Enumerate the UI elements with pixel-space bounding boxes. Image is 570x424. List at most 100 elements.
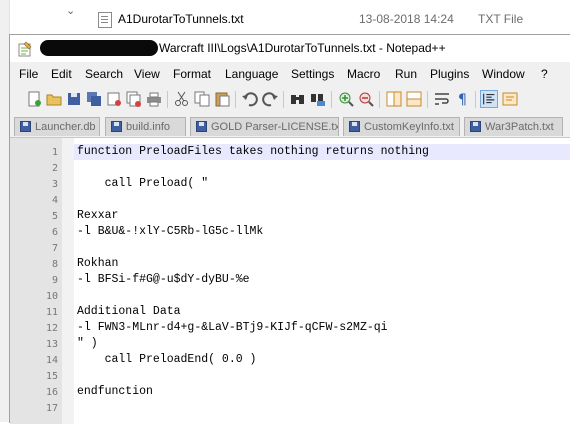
code-line[interactable]: -l BFSi-f#G@-u$dY-dyBU-%e — [77, 273, 250, 286]
zoom-in-icon[interactable] — [337, 90, 355, 108]
line-number: 13 — [45, 339, 58, 350]
line-number: 17 — [45, 403, 58, 414]
line-number: 6 — [51, 227, 58, 238]
show-all-chars-icon[interactable]: ¶ — [453, 90, 471, 108]
line-number: 11 — [45, 307, 58, 318]
line-number: 8 — [51, 259, 58, 270]
close-icon[interactable] — [105, 90, 123, 108]
code-line[interactable]: " ) — [77, 337, 98, 350]
menu-run[interactable]: Run — [395, 67, 417, 81]
line-number: 3 — [51, 179, 58, 190]
line-number: 16 — [45, 387, 58, 398]
replace-icon[interactable] — [309, 90, 327, 108]
menu-window[interactable]: Window — [482, 67, 525, 81]
sync-horizontal-icon[interactable] — [405, 90, 423, 108]
menu-view[interactable]: View — [134, 67, 160, 81]
open-file-icon[interactable] — [45, 90, 63, 108]
redo-icon[interactable] — [261, 90, 279, 108]
tab-build-info[interactable]: build.info — [105, 117, 186, 136]
line-number: 7 — [51, 243, 58, 254]
indent-guide-icon[interactable] — [480, 90, 498, 108]
code-line[interactable]: -l B&U&-!xlY-C5Rb-lG5c-llMk — [77, 225, 263, 238]
code-line[interactable]: endfunction — [77, 385, 153, 398]
line-number: 1 — [51, 147, 58, 158]
notepadpp-icon — [18, 41, 32, 57]
toolbar-separator — [283, 91, 284, 108]
text-file-icon — [98, 12, 112, 28]
code-line[interactable]: -l FWN3-MLnr-d4+g-&LaV-BTj9-KIJf-qCFW-s2… — [77, 321, 388, 334]
explorer-file-date: 13-08-2018 14:24 — [359, 12, 454, 26]
save-icon — [20, 121, 31, 132]
title-bar[interactable]: Warcraft III\Logs\A1DurotarToTunnels.txt… — [10, 35, 570, 62]
explorer-file-type: TXT File — [478, 12, 524, 26]
new-file-icon[interactable] — [25, 90, 43, 108]
tab-label: Launcher.db — [35, 121, 96, 133]
line-number: 15 — [45, 371, 58, 382]
menu-macro[interactable]: Macro — [347, 67, 380, 81]
code-line[interactable]: call Preload( " — [77, 177, 209, 190]
menu-file[interactable]: File — [19, 67, 38, 81]
line-number: 10 — [45, 291, 58, 302]
save-icon[interactable] — [65, 90, 83, 108]
paste-icon[interactable] — [213, 90, 231, 108]
line-number: 4 — [51, 195, 58, 206]
code-line[interactable]: Rokhan — [77, 257, 118, 270]
menu-plugins[interactable]: Plugins — [430, 67, 469, 81]
code-line[interactable]: function PreloadFiles takes nothing retu… — [77, 145, 429, 158]
code-line[interactable]: Additional Data — [77, 305, 181, 318]
menu-bar: File Edit Search View Format Language Se… — [10, 65, 570, 85]
explorer-file-name[interactable]: A1DurotarToTunnels.txt — [118, 12, 244, 26]
notepadpp-window: Warcraft III\Logs\A1DurotarToTunnels.txt… — [9, 34, 570, 424]
toolbar-separator — [379, 91, 380, 108]
zoom-out-icon[interactable] — [357, 90, 375, 108]
undo-icon[interactable] — [241, 90, 259, 108]
cut-icon[interactable] — [173, 90, 191, 108]
toolbar: ¶ — [10, 87, 570, 113]
text-editor[interactable]: 1 function PreloadFiles takes nothing ret… — [10, 137, 570, 424]
print-icon[interactable] — [145, 90, 163, 108]
tab-label: CustomKeyInfo.txt — [364, 121, 454, 133]
menu-format[interactable]: Format — [173, 67, 211, 81]
code-line[interactable]: call PreloadEnd( 0.0 ) — [77, 353, 257, 366]
toolbar-separator — [427, 91, 428, 108]
tab-launcher-db[interactable]: Launcher.db — [14, 117, 100, 136]
line-number: 9 — [51, 275, 58, 286]
svg-text:¶: ¶ — [458, 92, 467, 108]
toolbar-separator — [235, 91, 236, 108]
tab-gold-parser-license[interactable]: GOLD Parser-LICENSE.txt — [190, 117, 339, 136]
redacted-path — [40, 40, 158, 56]
save-all-icon[interactable] — [85, 90, 103, 108]
save-icon — [470, 121, 481, 132]
fold-margin[interactable] — [62, 138, 74, 424]
save-icon — [196, 121, 207, 132]
toolbar-separator — [167, 91, 168, 108]
window-title: Warcraft III\Logs\A1DurotarToTunnels.txt… — [159, 41, 446, 55]
menu-edit[interactable]: Edit — [51, 67, 72, 81]
line-number: 5 — [51, 211, 58, 222]
menu-help[interactable]: ? — [541, 67, 548, 81]
menu-search[interactable]: Search — [85, 67, 123, 81]
line-number: 14 — [45, 355, 58, 366]
tab-custom-key-info[interactable]: CustomKeyInfo.txt — [343, 117, 460, 136]
close-all-icon[interactable] — [125, 90, 143, 108]
menu-settings[interactable]: Settings — [291, 67, 334, 81]
toolbar-separator — [475, 91, 476, 108]
toolbar-separator — [331, 91, 332, 108]
tab-war3patch[interactable]: War3Patch.txt — [464, 117, 563, 136]
menu-language[interactable]: Language — [225, 67, 278, 81]
sync-vertical-icon[interactable] — [385, 90, 403, 108]
copy-icon[interactable] — [193, 90, 211, 108]
code-line[interactable]: Rexxar — [77, 209, 118, 222]
line-number: 2 — [51, 163, 58, 174]
save-icon — [111, 121, 122, 132]
user-defined-language-icon[interactable] — [501, 90, 519, 108]
tab-label: build.info — [126, 121, 171, 133]
tab-bar: Launcher.db build.info GOLD Parser-LICEN… — [10, 115, 570, 137]
line-number: 12 — [45, 323, 58, 334]
save-icon — [349, 121, 360, 132]
chevron-down-icon: ⌄ — [66, 5, 76, 17]
find-icon[interactable] — [289, 90, 307, 108]
explorer-file-row[interactable]: ⌄ A1DurotarToTunnels.txt 13-08-2018 14:2… — [0, 0, 570, 422]
word-wrap-icon[interactable] — [433, 90, 451, 108]
tab-label: GOLD Parser-LICENSE.txt — [211, 121, 339, 133]
